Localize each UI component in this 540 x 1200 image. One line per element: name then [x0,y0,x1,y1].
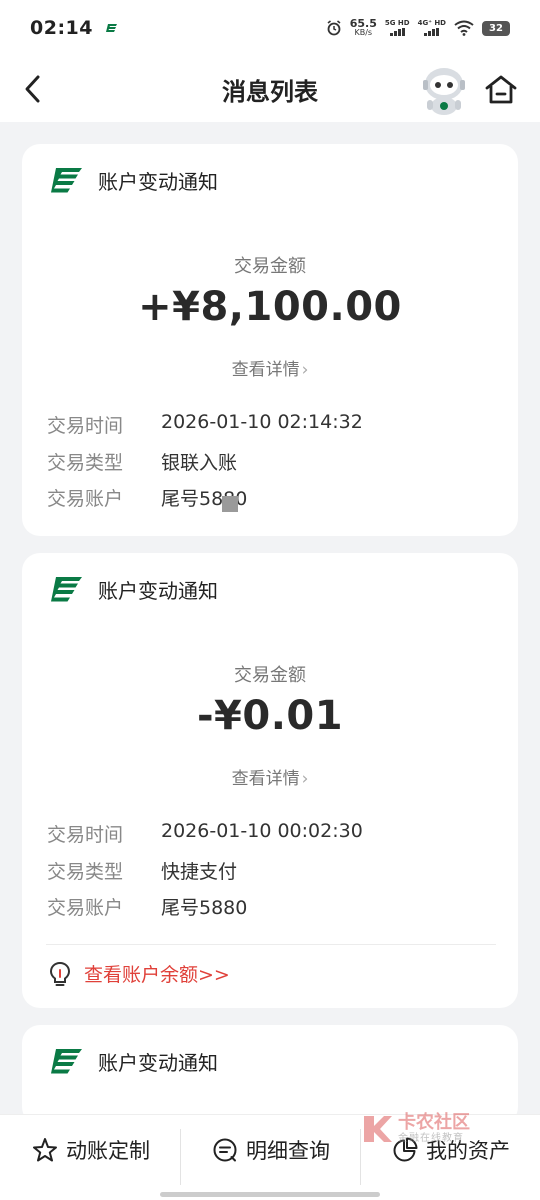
chevron-right-icon: › [301,360,309,380]
tab-label: 动账定制 [66,1139,150,1163]
tab-separator [180,1129,181,1185]
card-header: 账户变动通知 [50,164,218,196]
info-row-type: 交易类型 快捷支付 [47,861,238,883]
info-row-account: 交易账户 尾号5880 [47,897,248,919]
watermark-subtitle: 金融在线教育 [398,1133,464,1144]
signal-4g: 4G⁺ HD [418,20,446,36]
view-balance-link[interactable]: 查看账户余额>> [84,960,230,987]
info-row-time: 交易时间 2026-01-10 02:14:32 [47,411,363,437]
divider [46,944,496,945]
view-details-link[interactable]: 查看详情 › [22,764,518,789]
watermark: 卡农社区 金融在线教育 [360,1112,470,1146]
kanong-logo-icon [364,1116,392,1142]
home-icon[interactable] [484,74,518,106]
status-bar: 02:14 65.5 KB/s 5G HD 4G⁺ HD 32 [0,0,540,56]
info-row-time: 交易时间 2026-01-10 00:02:30 [47,820,363,846]
home-indicator [160,1192,380,1197]
card-header: 账户变动通知 [50,573,218,605]
card-header: 账户变动通知 [50,1045,218,1077]
battery-indicator: 32 [482,20,510,36]
amount-value: +¥8,100.00 [138,284,402,330]
message-card[interactable]: 账户变动通知 [22,1025,518,1125]
status-time: 02:14 [30,17,93,39]
lightbulb-icon [49,961,71,986]
card-title: 账户变动通知 [98,169,218,194]
amount-label: 交易金额 [234,256,306,277]
postal-notification-icon [105,24,117,32]
redaction-mark [222,496,238,512]
info-row-type: 交易类型 银联入账 [47,452,238,474]
star-outline-icon [33,1138,57,1162]
tab-custom-alerts[interactable]: 动账定制 [32,1135,150,1165]
info-row-account: 交易账户 尾号5880 [47,488,248,510]
amount-value: -¥0.01 [196,693,344,739]
alarm-icon [327,20,341,36]
card-title: 账户变动通知 [98,578,218,603]
status-indicators: 65.5 KB/s 5G HD 4G⁺ HD 32 [326,17,510,37]
tab-detail-query[interactable]: 明细查询 [212,1135,330,1165]
amount-label: 交易金额 [234,665,306,686]
message-card[interactable]: 账户变动通知 交易金额 +¥8,100.00 查看详情 › 交易时间 2026-0… [22,144,518,536]
message-card[interactable]: 账户变动通知 交易金额 -¥0.01 查看详情 › 交易时间 2026-01-10… [22,553,518,1008]
nav-bar: 消息列表 [0,56,540,122]
assistant-robot-icon[interactable] [418,64,470,116]
view-details-link[interactable]: 查看详情 › [22,355,518,380]
chevron-right-icon: › [301,769,309,789]
china-post-logo-icon [51,577,82,602]
signal-5g: 5G HD [385,20,410,36]
card-title: 账户变动通知 [98,1050,218,1075]
net-speed: 65.5 KB/s [349,17,377,37]
china-post-logo-icon [51,1049,82,1074]
wifi-icon [454,20,474,36]
view-balance-row[interactable]: 查看账户余额>> [48,960,230,987]
tab-label: 明细查询 [246,1139,330,1163]
search-list-icon [213,1138,237,1162]
watermark-title: 卡农社区 [398,1112,470,1133]
china-post-logo-icon [51,168,82,193]
